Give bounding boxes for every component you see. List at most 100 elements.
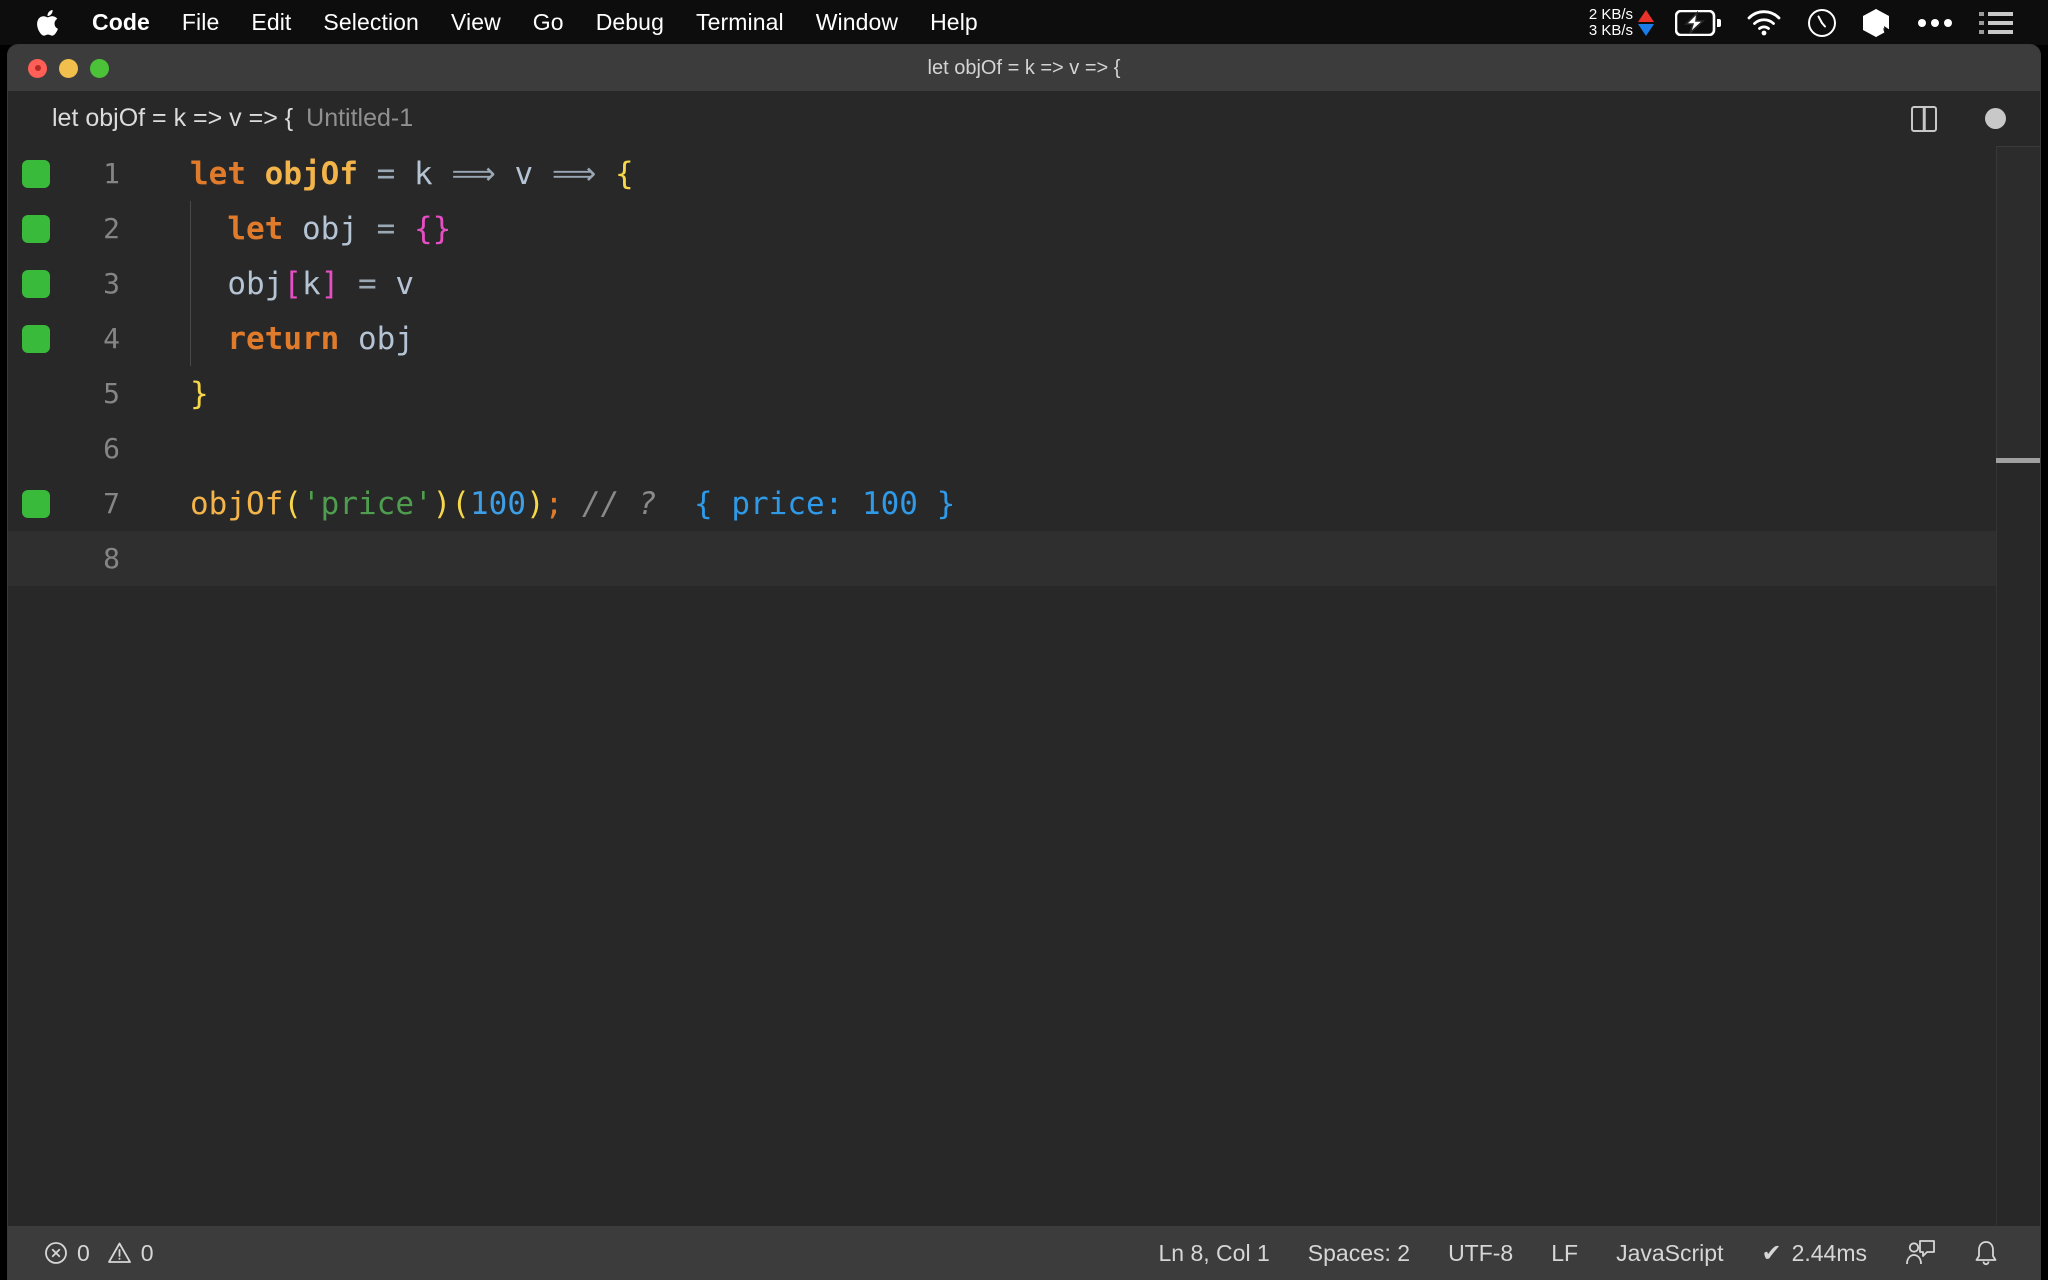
menu-item-debug[interactable]: Debug: [580, 0, 680, 45]
line-content: return obj: [190, 321, 414, 357]
line-content: let obj = {}: [190, 211, 451, 247]
line-content: objOf('price')(100); // ? { price: 100 }: [190, 486, 955, 522]
live-execution-marker[interactable]: [22, 269, 50, 298]
code-line-6[interactable]: 6: [8, 421, 2040, 476]
warning-triangle-icon: [107, 1242, 131, 1263]
code-line-8[interactable]: 8: [8, 531, 2040, 586]
code-token: // ?: [582, 485, 657, 522]
network-speed-indicator[interactable]: 2 KB/s 3 KB/s: [1581, 5, 1662, 39]
breadcrumb[interactable]: let objOf = k => v => { Untitled-1: [52, 104, 413, 133]
menu-item-edit[interactable]: Edit: [235, 0, 307, 45]
code-token: v: [395, 265, 415, 302]
cursor-position[interactable]: Ln 8, Col 1: [1140, 1240, 1289, 1267]
run-status[interactable]: ✔ 2.44ms: [1742, 1239, 1886, 1268]
code-token: ): [526, 485, 545, 522]
code-token: =: [376, 210, 396, 247]
line-number: 5: [103, 377, 120, 410]
apple-logo-icon[interactable]: [26, 8, 68, 38]
line-content: let objOf = k ⟹ v ⟹ {: [190, 156, 634, 192]
upload-arrow-icon: [1638, 9, 1654, 22]
problems-indicator[interactable]: 0 0: [38, 1240, 160, 1267]
file-encoding[interactable]: UTF-8: [1429, 1240, 1532, 1267]
code-token: [: [283, 265, 302, 302]
code-token: }: [190, 375, 209, 412]
status-bar-right: Ln 8, Col 1 Spaces: 2 UTF-8 LF JavaScrip…: [1140, 1239, 2040, 1268]
split-editor-icon[interactable]: [1911, 105, 1937, 132]
language-mode[interactable]: JavaScript: [1597, 1240, 1742, 1267]
breadcrumb-bar: let objOf = k => v => { Untitled-1: [8, 91, 2040, 146]
window-traffic-lights: [8, 58, 109, 78]
live-execution-marker[interactable]: [22, 214, 50, 243]
code-token: =: [376, 155, 396, 192]
code-token: {}: [414, 210, 452, 247]
menu-item-code[interactable]: Code: [76, 0, 166, 45]
menu-bar-status-icons: 2 KB/s 3 KB/s: [1581, 0, 2048, 45]
code-token: k: [414, 155, 433, 192]
code-token: return: [227, 320, 340, 357]
code-token: ): [432, 485, 452, 522]
menu-item-go[interactable]: Go: [517, 0, 580, 45]
maximize-button[interactable]: [90, 58, 109, 78]
minimap-slider[interactable]: [1996, 146, 2040, 458]
breadcrumb-symbol[interactable]: let objOf = k => v => {: [52, 104, 293, 133]
code-token: {: [614, 155, 634, 192]
code-line-7[interactable]: 7 objOf('price')(100); // ? { price: 100 …: [8, 476, 2040, 531]
wifi-icon[interactable]: [1734, 0, 1794, 45]
minimize-button[interactable]: [59, 58, 78, 78]
run-success-check-icon: ✔: [1761, 1239, 1782, 1267]
code-line-2[interactable]: 2 let obj = {}: [8, 201, 2040, 256]
warning-count: 0: [140, 1239, 154, 1266]
status-bar: 0 0 Ln 8, Col 1 Spaces: 2 UTF-8 LF JavaS…: [8, 1226, 2040, 1280]
line-number: 4: [103, 322, 120, 355]
menu-item-selection[interactable]: Selection: [307, 0, 435, 45]
code-editor[interactable]: 1 let objOf = k ⟹ v ⟹ {2 let obj = {} 3 ob…: [8, 146, 2040, 1226]
code-line-5[interactable]: 5}: [8, 366, 2040, 421]
code-token: obj: [357, 320, 414, 357]
menu-item-terminal[interactable]: Terminal: [680, 0, 800, 45]
dropbox-icon[interactable]: [1850, 0, 1904, 45]
end-of-line-setting[interactable]: LF: [1532, 1240, 1597, 1267]
breadcrumb-file[interactable]: Untitled-1: [306, 104, 413, 133]
indentation-setting[interactable]: Spaces: 2: [1289, 1240, 1429, 1267]
notifications-button[interactable]: [1954, 1239, 2018, 1267]
code-token: ;: [544, 485, 564, 522]
line-number: 8: [103, 542, 120, 575]
code-line-1[interactable]: 1 let objOf = k ⟹ v ⟹ {: [8, 146, 2040, 201]
editor-minimap-scrollbar[interactable]: [1996, 146, 2040, 1226]
code-token: 100: [470, 485, 526, 522]
code-token: { price: 100 }: [694, 485, 956, 522]
menu-item-view[interactable]: View: [435, 0, 517, 45]
ellipsis-icon[interactable]: [1904, 0, 1966, 45]
macos-menu-bar: Code File Edit Selection View Go Debug T…: [0, 0, 2048, 45]
battery-charging-icon[interactable]: [1662, 0, 1734, 45]
line-content: obj[k] = v: [190, 266, 414, 302]
network-upload-speed: 2 KB/s: [1588, 5, 1633, 23]
window-title: let objOf = k => v => {: [927, 56, 1121, 79]
code-line-4[interactable]: 4 return obj: [8, 311, 2040, 366]
live-execution-marker[interactable]: [22, 489, 50, 518]
clock-icon[interactable]: [1794, 0, 1850, 45]
code-line-3[interactable]: 3 obj[k] = v: [8, 256, 2040, 311]
unsaved-changes-dot[interactable]: [1985, 108, 2006, 129]
code-token: k: [302, 265, 321, 302]
live-execution-marker[interactable]: [22, 324, 50, 353]
line-number: 3: [103, 267, 120, 300]
error-circle-icon: [45, 1242, 67, 1264]
menu-item-help[interactable]: Help: [914, 0, 994, 45]
close-button[interactable]: [28, 58, 47, 78]
menu-bar-items: Code File Edit Selection View Go Debug T…: [0, 0, 994, 45]
menu-item-file[interactable]: File: [166, 0, 235, 45]
feedback-button[interactable]: [1886, 1239, 1954, 1267]
menu-item-window[interactable]: Window: [800, 0, 914, 45]
control-center-list-icon[interactable]: [1966, 0, 2026, 45]
live-execution-marker[interactable]: [22, 159, 50, 188]
